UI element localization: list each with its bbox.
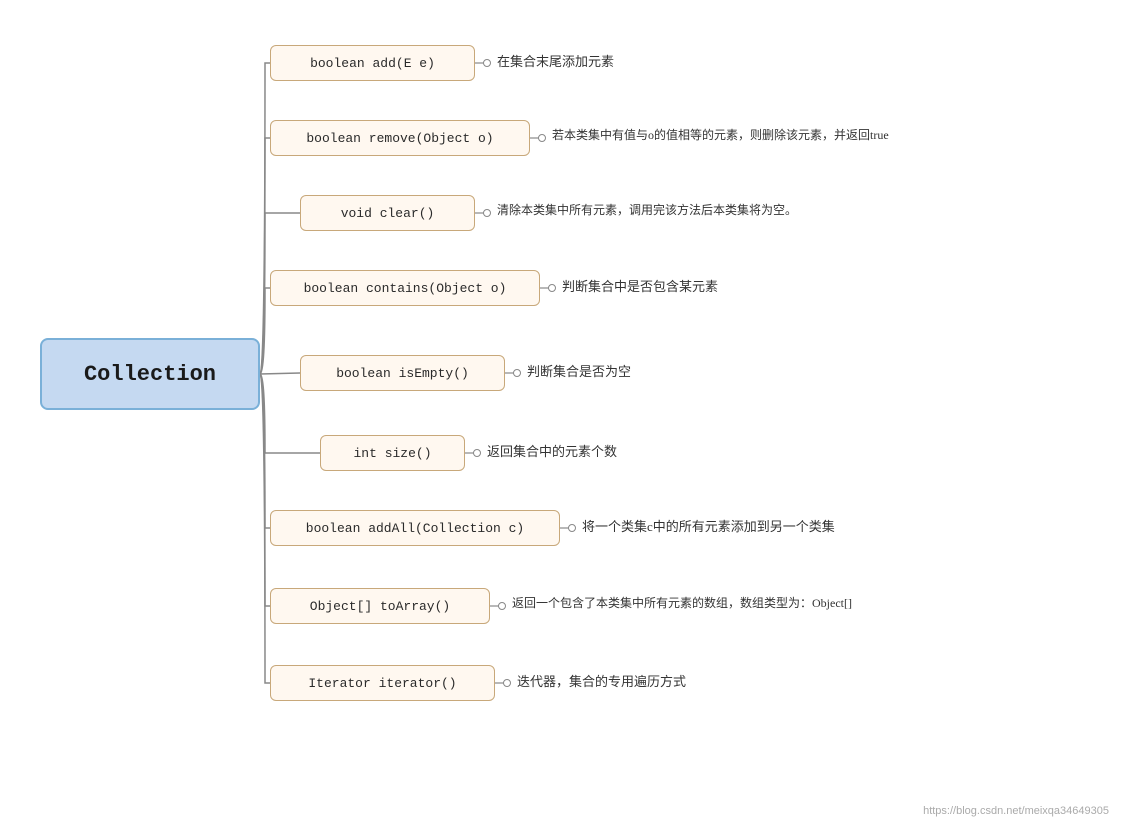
desc-iterator: 迭代器，集合的专用遍历方式 [517, 671, 686, 690]
desc-addall: 将一个类集c中的所有元素添加到另一个类集 [582, 516, 835, 535]
dot-isempty [513, 369, 521, 377]
watermark: https://blog.csdn.net/meixqa34649305 [923, 805, 1109, 817]
method-isempty: boolean isEmpty() [300, 355, 505, 391]
method-addall: boolean addAll(Collection c) [270, 510, 560, 546]
method-size: int size() [320, 435, 465, 471]
method-toarray: Object[] toArray() [270, 588, 490, 624]
method-contains: boolean contains(Object o) [270, 270, 540, 306]
desc-remove: 若本类集中有值与o的值相等的元素，则删除该元素，并返回true [552, 126, 889, 143]
dot-toarray [498, 602, 506, 610]
connections-svg [0, 0, 1125, 829]
method-remove: boolean remove(Object o) [270, 120, 530, 156]
method-iterator: Iterator iterator() [270, 665, 495, 701]
desc-size: 返回集合中的元素个数 [487, 441, 617, 460]
dot-contains [548, 284, 556, 292]
dot-addall [568, 524, 576, 532]
dot-size [473, 449, 481, 457]
dot-iterator [503, 679, 511, 687]
dot-clear [483, 209, 491, 217]
desc-isempty: 判断集合是否为空 [527, 361, 631, 380]
center-node: Collection [40, 338, 260, 410]
desc-toarray: 返回一个包含了本类集中所有元素的数组，数组类型为：Object[] [512, 594, 852, 611]
method-add: boolean add(E e) [270, 45, 475, 81]
center-label: Collection [84, 362, 216, 387]
desc-add: 在集合末尾添加元素 [497, 51, 614, 70]
method-clear: void clear() [300, 195, 475, 231]
dot-add [483, 59, 491, 67]
desc-contains: 判断集合中是否包含某元素 [562, 276, 718, 295]
dot-remove [538, 134, 546, 142]
desc-clear: 清除本类集中所有元素，调用完该方法后本类集将为空。 [497, 201, 797, 218]
canvas: Collection boolean add(E e) 在集合末尾添加元素 bo… [0, 0, 1125, 829]
